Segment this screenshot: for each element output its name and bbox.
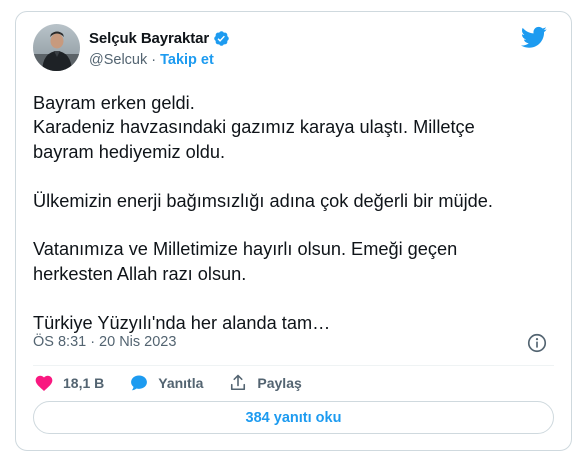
info-icon[interactable] bbox=[526, 332, 548, 354]
tweet-line: Ülkemizin enerji bağımsızlığı adına çok … bbox=[33, 190, 493, 211]
timestamp-separator: · bbox=[90, 334, 96, 350]
author-block: Selçuk Bayraktar @Selcuk · Takip et bbox=[89, 28, 230, 70]
twitter-bird-icon[interactable] bbox=[520, 24, 547, 50]
tweet-card: Selçuk Bayraktar @Selcuk · Takip et Bayr… bbox=[15, 11, 572, 451]
share-icon bbox=[227, 372, 249, 394]
follow-button[interactable]: Takip et bbox=[160, 52, 214, 68]
author-handle[interactable]: @Selcuk bbox=[89, 52, 147, 68]
read-replies-button[interactable]: 384 yanıtı oku bbox=[33, 401, 554, 434]
tweet-line: Bayram erken geldi. bbox=[33, 93, 195, 113]
verified-badge-icon bbox=[213, 30, 230, 47]
tweet-text: Bayram erken geldi. Karadeniz havzasında… bbox=[33, 91, 553, 335]
like-button[interactable]: 18,1 B bbox=[33, 372, 104, 394]
reply-label: Yanıtla bbox=[158, 375, 204, 391]
share-button[interactable]: Paylaş bbox=[227, 372, 302, 394]
tweet-date: 20 Nis 2023 bbox=[99, 334, 177, 350]
divider bbox=[33, 365, 554, 366]
tweet-line: herkesten Allah razı olsun. bbox=[33, 263, 247, 284]
tweet-line: bayram hediyemiz oldu. bbox=[33, 141, 226, 162]
reply-bubble-icon bbox=[128, 372, 150, 394]
action-bar: 18,1 B Yanıtla Paylaş bbox=[33, 372, 326, 394]
share-label: Paylaş bbox=[257, 375, 302, 391]
avatar[interactable] bbox=[33, 24, 80, 71]
like-count: 18,1 B bbox=[63, 375, 105, 391]
handle-separator: · bbox=[151, 52, 157, 68]
reply-button[interactable]: Yanıtla bbox=[128, 372, 203, 394]
tweet-line: Vatanımıza ve Milletimize hayırlı olsun.… bbox=[33, 239, 458, 260]
heart-icon bbox=[33, 372, 55, 394]
tweet-line: Türkiye Yüzyılı'nda her alanda tam… bbox=[33, 312, 331, 333]
author-display-name[interactable]: Selçuk Bayraktar bbox=[89, 30, 209, 47]
tweet-timestamp[interactable]: ÖS 8:31 · 20 Nis 2023 bbox=[33, 334, 176, 350]
tweet-line: Karadeniz havzasındaki gazımız karaya ul… bbox=[33, 117, 475, 138]
tweet-time: ÖS 8:31 bbox=[33, 334, 87, 350]
